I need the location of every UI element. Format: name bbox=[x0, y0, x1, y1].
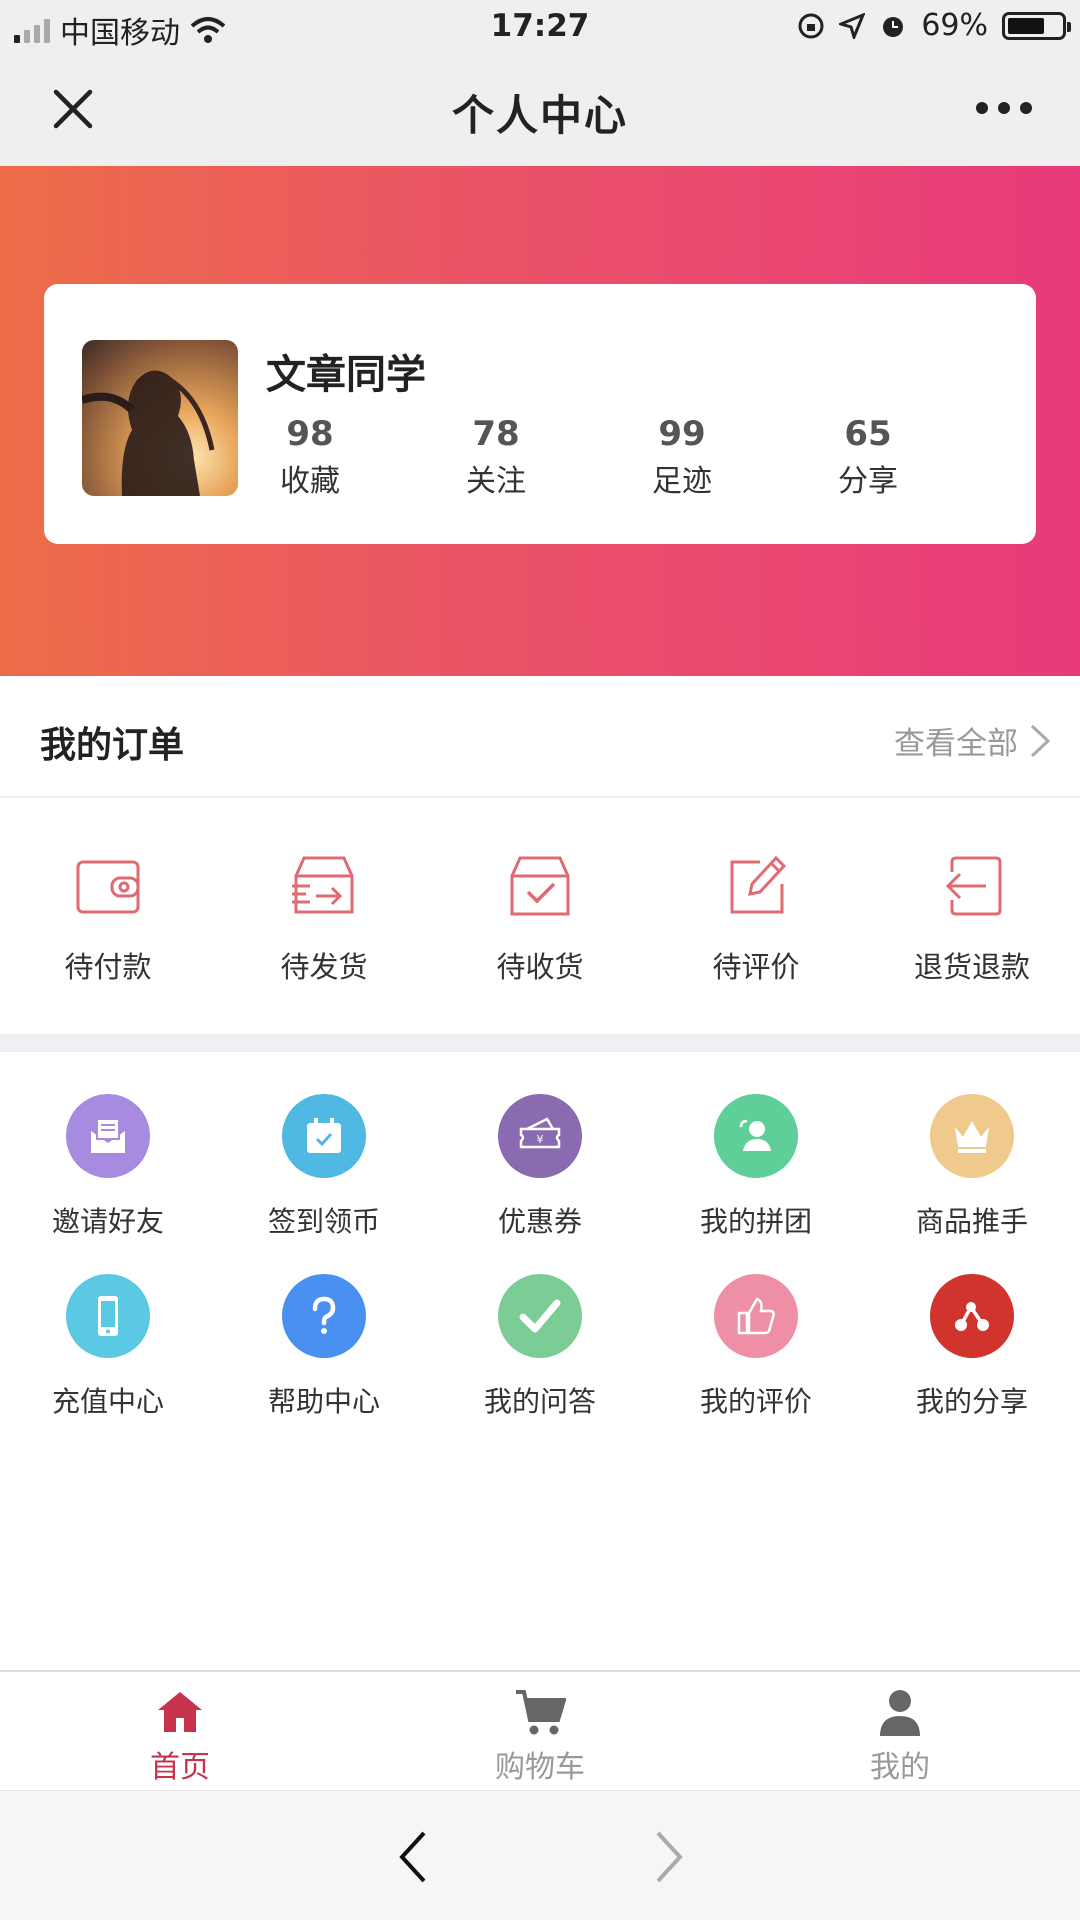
service-group-buy[interactable]: 我的拼团 bbox=[648, 1094, 864, 1240]
cart-icon bbox=[516, 1690, 567, 1735]
service-label: 商品推手 bbox=[915, 1205, 1028, 1238]
order-label: 待收货 bbox=[496, 950, 584, 984]
service-invite-friends[interactable]: 邀请好友 bbox=[0, 1094, 216, 1240]
share-icon bbox=[930, 1274, 1014, 1358]
service-label: 我的拼团 bbox=[699, 1205, 812, 1238]
more-icon[interactable] bbox=[976, 102, 1032, 114]
order-pending-receipt[interactable]: 待收货 bbox=[432, 850, 648, 986]
return-icon bbox=[945, 856, 1002, 916]
battery-icon bbox=[1002, 11, 1071, 40]
tab-label: 我的 bbox=[870, 1750, 930, 1785]
edit-icon bbox=[730, 855, 787, 914]
order-label: 待付款 bbox=[64, 950, 152, 984]
stat-shares[interactable]: 65 分享 bbox=[808, 414, 928, 500]
service-label: 帮助中心 bbox=[267, 1385, 380, 1418]
home-icon bbox=[158, 1692, 202, 1732]
stat-label: 分享 bbox=[838, 464, 898, 499]
order-label: 待评价 bbox=[712, 950, 800, 984]
tab-label: 首页 bbox=[150, 1750, 210, 1785]
check-icon bbox=[498, 1274, 582, 1358]
coupon-icon: ¥ bbox=[498, 1094, 582, 1178]
order-label: 待发货 bbox=[280, 950, 368, 984]
order-label: 退货退款 bbox=[913, 950, 1030, 984]
stat-label: 关注 bbox=[466, 464, 526, 499]
forward-arrow-icon[interactable] bbox=[650, 1827, 690, 1887]
stat-label: 收藏 bbox=[280, 464, 340, 499]
ship-box-icon bbox=[292, 856, 354, 914]
order-refund[interactable]: 退货退款 bbox=[864, 850, 1080, 986]
profile-card: 文章同学 98 收藏 78 关注 99 足迹 65 分享 bbox=[44, 284, 1036, 544]
svg-text:¥: ¥ bbox=[537, 1133, 544, 1146]
username: 文章同学 bbox=[266, 352, 426, 398]
stat-label: 足迹 bbox=[652, 464, 712, 499]
avatar[interactable] bbox=[82, 340, 238, 496]
stat-follows[interactable]: 78 关注 bbox=[436, 414, 556, 500]
browser-toolbar bbox=[0, 1790, 1080, 1920]
orders-heading: 我的订单 bbox=[40, 725, 185, 766]
stat-favorites[interactable]: 98 收藏 bbox=[250, 414, 370, 500]
service-help[interactable]: 帮助中心 bbox=[216, 1274, 432, 1420]
thumb-up-icon bbox=[714, 1274, 798, 1358]
navbar: 个人中心 bbox=[0, 52, 1080, 166]
service-my-reviews[interactable]: 我的评价 bbox=[648, 1274, 864, 1420]
phone-icon bbox=[66, 1274, 150, 1358]
alarm-icon bbox=[883, 16, 904, 37]
question-icon bbox=[282, 1274, 366, 1358]
service-promoter[interactable]: 商品推手 bbox=[864, 1094, 1080, 1240]
stat-number: 99 bbox=[658, 414, 706, 454]
service-checkin[interactable]: 签到领币 bbox=[216, 1094, 432, 1240]
service-label: 优惠券 bbox=[497, 1205, 582, 1238]
view-all-orders-link[interactable]: 查看全部 bbox=[894, 718, 1052, 763]
tab-home[interactable]: 首页 bbox=[80, 1686, 280, 1786]
stat-number: 65 bbox=[844, 414, 892, 454]
orders-header: 我的订单 查看全部 bbox=[0, 676, 1080, 798]
order-pending-review[interactable]: 待评价 bbox=[648, 850, 864, 986]
status-bar: 中国移动 17:27 69% bbox=[0, 0, 1080, 52]
profile-banner: 文章同学 98 收藏 78 关注 99 足迹 65 分享 bbox=[0, 166, 1080, 676]
crown-icon bbox=[930, 1094, 1014, 1178]
status-right: 69% bbox=[797, 8, 1071, 43]
service-label: 我的分享 bbox=[915, 1385, 1028, 1418]
location-icon bbox=[839, 12, 866, 39]
order-status-row: 待付款 待发货 待收货 待评价 退货退款 bbox=[0, 798, 1080, 1034]
tab-bar: 首页 购物车 我的 bbox=[0, 1670, 1080, 1790]
section-divider bbox=[0, 1034, 1080, 1052]
service-label: 我的问答 bbox=[483, 1385, 596, 1418]
service-qa[interactable]: 我的问答 bbox=[432, 1274, 648, 1420]
battery-percent: 69% bbox=[921, 8, 988, 43]
tab-label: 购物车 bbox=[495, 1750, 585, 1785]
service-label: 我的评价 bbox=[699, 1385, 812, 1418]
order-pending-payment[interactable]: 待付款 bbox=[0, 850, 216, 986]
view-all-label: 查看全部 bbox=[894, 726, 1018, 762]
page-title: 个人中心 bbox=[451, 91, 628, 140]
service-label: 邀请好友 bbox=[51, 1205, 164, 1238]
group-user-icon bbox=[714, 1094, 798, 1178]
calendar-check-icon bbox=[282, 1094, 366, 1178]
rotation-lock-icon bbox=[798, 13, 824, 38]
service-label: 充值中心 bbox=[51, 1385, 164, 1418]
tab-cart[interactable]: 购物车 bbox=[440, 1686, 640, 1786]
avatar-silhouette bbox=[82, 370, 215, 496]
service-my-shares[interactable]: 我的分享 bbox=[864, 1274, 1080, 1420]
envelope-icon bbox=[66, 1094, 150, 1178]
back-arrow-icon[interactable] bbox=[392, 1827, 432, 1887]
order-pending-shipment[interactable]: 待发货 bbox=[216, 850, 432, 986]
service-coupons[interactable]: ¥ 优惠券 bbox=[432, 1094, 648, 1240]
service-recharge[interactable]: 充值中心 bbox=[0, 1274, 216, 1420]
stat-number: 98 bbox=[286, 414, 334, 454]
tab-mine[interactable]: 我的 bbox=[800, 1686, 1000, 1786]
stat-number: 78 bbox=[472, 414, 520, 454]
services-grid: 邀请好友 签到领币 ¥ 优惠券 我的拼团 商品推手 充值中心 帮助中心 我的问答… bbox=[0, 1052, 1080, 1418]
service-label: 签到领币 bbox=[267, 1205, 380, 1238]
stat-footprints[interactable]: 99 足迹 bbox=[622, 414, 742, 500]
chevron-right-icon bbox=[1030, 724, 1051, 757]
receive-box-icon bbox=[510, 856, 570, 916]
person-icon bbox=[880, 1690, 920, 1736]
wallet-icon bbox=[76, 860, 140, 914]
